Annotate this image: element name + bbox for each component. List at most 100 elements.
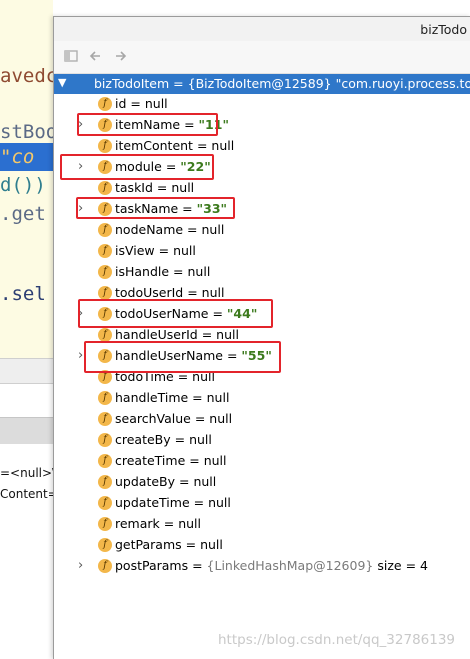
- field-label: todoUserName = "44": [115, 306, 257, 321]
- tree-row-todoUserId[interactable]: f todoUserId = null: [54, 283, 470, 304]
- tree-root-label: bizTodoItem = {BizTodoItem@12589} "com.r…: [94, 76, 470, 91]
- field-label: searchValue = null: [115, 411, 232, 426]
- tree-row-createBy[interactable]: f createBy = null: [54, 430, 470, 451]
- chevron-right-icon[interactable]: ›: [78, 117, 90, 132]
- tree-row-remark[interactable]: f remark = null: [54, 514, 470, 535]
- root-variable-value: {BizTodoItem@12589} "com.ruoyi.process.t…: [187, 76, 470, 91]
- field-label: createTime = null: [115, 453, 227, 468]
- field-value: null: [178, 516, 201, 531]
- field-name: isView: [115, 243, 155, 258]
- equals-sign: =: [181, 537, 201, 552]
- chevron-right-icon[interactable]: ›: [78, 306, 90, 321]
- tree-row-module[interactable]: › f module = "22": [54, 157, 470, 178]
- field-icon: f: [98, 433, 112, 447]
- field-icon: f: [98, 517, 112, 531]
- tree-row-postParams[interactable]: › f postParams = {LinkedHashMap@12609} siz…: [54, 556, 470, 577]
- equals-sign: =: [180, 117, 199, 132]
- tree-row-isHandle[interactable]: f isHandle = null: [54, 262, 470, 283]
- tree-row-nodeName[interactable]: f nodeName = null: [54, 220, 470, 241]
- field-value: null: [201, 285, 225, 300]
- field-value: null: [173, 243, 196, 258]
- equals-sign: =: [197, 327, 217, 342]
- field-name: todoTime: [115, 369, 174, 384]
- field-label: itemContent = null: [115, 138, 234, 153]
- field-label: module = "22": [115, 159, 211, 174]
- field-icon: f: [98, 244, 112, 258]
- equals-sign: =: [170, 432, 190, 447]
- field-icon: f: [98, 391, 112, 405]
- field-icon: f: [98, 496, 112, 510]
- field-name: todoUserId: [115, 285, 184, 300]
- equals-sign: =: [178, 201, 197, 216]
- field-name: itemContent: [115, 138, 193, 153]
- field-label: isView = null: [115, 243, 196, 258]
- field-icon: f: [98, 412, 112, 426]
- tree-row-handleUserName[interactable]: › f handleUserName = "55": [54, 346, 470, 367]
- field-label: todoTime = null: [115, 369, 215, 384]
- field-name: searchValue: [115, 411, 191, 426]
- field-label: itemName = "11": [115, 117, 229, 132]
- window-toolbar: [54, 41, 470, 74]
- field-name: updateTime: [115, 495, 190, 510]
- equals-sign: =: [192, 138, 212, 153]
- tree-root-row[interactable]: ▼ bizTodoItem = {BizTodoItem@12589} "com…: [54, 74, 470, 94]
- tree-row-handleUserId[interactable]: f handleUserId = null: [54, 325, 470, 346]
- tree-row-searchValue[interactable]: f searchValue = null: [54, 409, 470, 430]
- equals-sign: =: [169, 264, 188, 279]
- field-value: null: [209, 411, 233, 426]
- field-name: handleTime: [115, 390, 189, 405]
- tree-row-itemContent[interactable]: f itemContent = null: [54, 136, 470, 157]
- tree-row-updateBy[interactable]: f updateBy = null: [54, 472, 470, 493]
- tree-row-itemName[interactable]: › f itemName = "11": [54, 115, 470, 136]
- field-icon: f: [98, 370, 112, 384]
- tree-row-todoTime[interactable]: f todoTime = null: [54, 367, 470, 388]
- field-value: null: [189, 432, 212, 447]
- equals-sign: =: [185, 453, 204, 468]
- arrow-right-icon[interactable]: [112, 48, 130, 66]
- field-label: id = null: [115, 96, 168, 111]
- equals-sign: =: [159, 516, 179, 531]
- log-line: Content=: [0, 487, 58, 501]
- tree-row-taskId[interactable]: f taskId = null: [54, 178, 470, 199]
- field-icon: f: [98, 181, 112, 195]
- field-icon: f: [98, 454, 112, 468]
- tree-row-isView[interactable]: f isView = null: [54, 241, 470, 262]
- window-title: bizTodo: [420, 22, 467, 37]
- chevron-right-icon[interactable]: ›: [78, 348, 90, 363]
- code-line: d()): [0, 174, 46, 196]
- tree-row-getParams[interactable]: f getParams = null: [54, 535, 470, 556]
- field-icon: f: [98, 202, 112, 216]
- window-titlebar[interactable]: bizTodo: [54, 17, 470, 41]
- chevron-right-icon[interactable]: ›: [78, 201, 90, 216]
- arrow-left-icon[interactable]: [86, 48, 104, 66]
- variables-popup-window[interactable]: bizTodo ▼ bizTodoItem = {BizTodoItem@125…: [53, 16, 470, 659]
- field-icon: f: [98, 265, 112, 279]
- field-label: createBy = null: [115, 432, 212, 447]
- field-label: nodeName = null: [115, 222, 224, 237]
- field-icon: f: [98, 223, 112, 237]
- chevron-down-icon[interactable]: ▼: [58, 76, 66, 89]
- root-variable-name: bizTodoItem: [94, 76, 170, 91]
- log-line: =<null>\: [0, 466, 57, 480]
- tree-row-createTime[interactable]: f createTime = null: [54, 451, 470, 472]
- field-label: remark = null: [115, 516, 201, 531]
- tree-row-updateTime[interactable]: f updateTime = null: [54, 493, 470, 514]
- field-label: todoUserId = null: [115, 285, 224, 300]
- field-icon: f: [98, 475, 112, 489]
- equals-sign: =: [161, 159, 181, 174]
- variables-tree: f id = null › f itemName = "11" f itemContent …: [54, 94, 470, 577]
- code-line: stBoo: [0, 121, 58, 143]
- field-name: postParams: [115, 558, 189, 573]
- chevron-right-icon[interactable]: ›: [78, 558, 90, 573]
- equals-sign: =: [188, 558, 207, 573]
- layout-icon[interactable]: [62, 48, 80, 66]
- equals-sign: =: [190, 411, 210, 426]
- chevron-right-icon[interactable]: ›: [78, 159, 90, 174]
- field-value: null: [211, 138, 235, 153]
- tree-row-todoUserName[interactable]: › f todoUserName = "44": [54, 304, 470, 325]
- tree-row-taskName[interactable]: › f taskName = "33": [54, 199, 470, 220]
- tree-row-id[interactable]: f id = null: [54, 94, 470, 115]
- tree-row-handleTime[interactable]: f handleTime = null: [54, 388, 470, 409]
- field-label: updateTime = null: [115, 495, 231, 510]
- code-line: avedc: [0, 65, 58, 87]
